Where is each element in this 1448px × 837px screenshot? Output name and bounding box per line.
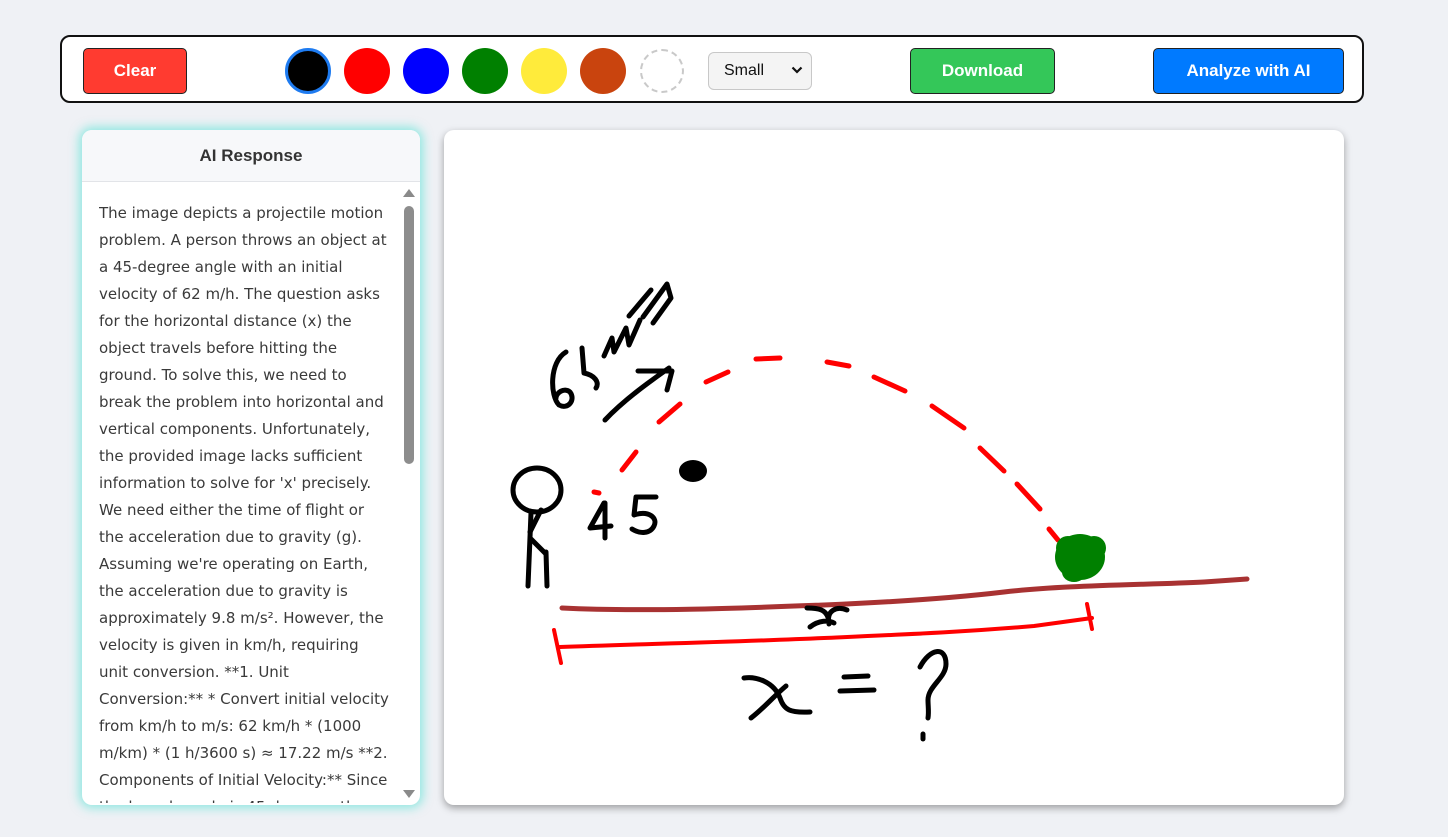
color-swatch-green[interactable] <box>462 48 508 94</box>
x-equals-question <box>741 649 949 742</box>
scroll-up-arrow-icon[interactable] <box>403 189 415 197</box>
ai-response-text: The image depicts a projectile motion pr… <box>99 204 389 803</box>
eraser-swatch[interactable] <box>640 49 684 93</box>
color-swatch-blue[interactable] <box>403 48 449 94</box>
thrown-object <box>679 460 707 482</box>
distance-right-tick <box>1085 602 1094 631</box>
brush-size-select[interactable]: Small <box>708 52 812 90</box>
drawing-canvas[interactable] <box>444 130 1344 805</box>
ai-response-title: AI Response <box>82 130 420 182</box>
x-label <box>804 605 850 630</box>
trajectory-dashes <box>591 355 1061 543</box>
color-swatch-yellow[interactable] <box>521 48 567 94</box>
chevron-down-icon <box>791 66 803 74</box>
color-swatch-black[interactable] <box>285 48 331 94</box>
stick-figure <box>510 465 564 589</box>
ai-response-panel: AI Response The image depicts a projecti… <box>82 130 420 805</box>
color-swatch-red[interactable] <box>344 48 390 94</box>
panel-scrollbar[interactable] <box>402 186 416 801</box>
velocity-label <box>550 281 674 409</box>
angle-label-45 <box>587 494 659 541</box>
scroll-thumb[interactable] <box>404 206 414 464</box>
toolbar: Clear Small Download Analyze with AI <box>60 35 1364 103</box>
clear-button[interactable]: Clear <box>83 48 187 94</box>
drawing-strokes <box>510 281 1250 742</box>
analyze-button[interactable]: Analyze with AI <box>1153 48 1344 94</box>
color-swatch-orange[interactable] <box>580 48 626 94</box>
ground-stroke <box>559 576 1250 613</box>
download-button[interactable]: Download <box>910 48 1055 94</box>
landing-ball <box>1055 534 1106 582</box>
velocity-arrow <box>602 365 675 423</box>
scroll-down-arrow-icon[interactable] <box>403 790 415 798</box>
brush-size-value: Small <box>724 62 765 79</box>
